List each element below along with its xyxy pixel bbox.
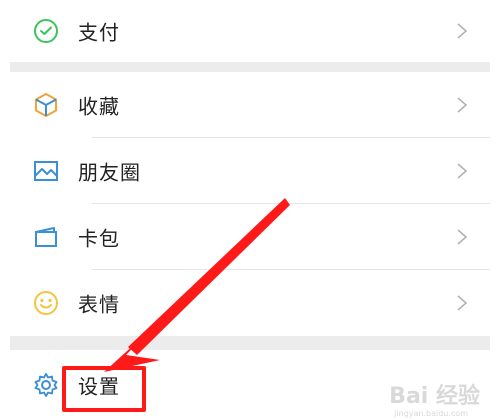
menu-item-label: 支付: [78, 20, 120, 45]
annotation-highlight-box: [62, 366, 146, 412]
menu-item-cards[interactable]: 卡包: [10, 204, 490, 270]
watermark: Bai 经验: [389, 384, 480, 409]
menu-item-label: 收藏: [78, 94, 120, 119]
section-gap: [10, 62, 490, 72]
section-gap: [10, 336, 490, 350]
menu-item-pay[interactable]: 支付: [10, 0, 490, 62]
chevron-right-icon: [456, 294, 468, 312]
chevron-right-icon: [456, 162, 468, 180]
image-icon: [32, 157, 60, 185]
menu-item-moments[interactable]: 朋友圈: [10, 138, 490, 204]
menu-item-label: 表情: [78, 292, 120, 317]
menu-item-favorites[interactable]: 收藏: [10, 72, 490, 138]
gear-icon: [32, 371, 60, 399]
chevron-right-icon: [456, 22, 468, 40]
menu-item-label: 卡包: [78, 226, 120, 251]
menu-item-label: 朋友圈: [78, 160, 141, 185]
chevron-right-icon: [456, 96, 468, 114]
chevron-right-icon: [456, 228, 468, 246]
smiley-icon: [32, 289, 60, 317]
cube-icon: [32, 91, 60, 119]
watermark-sub: jingyan.baidu.com: [394, 409, 468, 418]
payment-icon: [32, 17, 60, 45]
card-icon: [32, 223, 60, 251]
menu-item-stickers[interactable]: 表情: [10, 270, 490, 336]
